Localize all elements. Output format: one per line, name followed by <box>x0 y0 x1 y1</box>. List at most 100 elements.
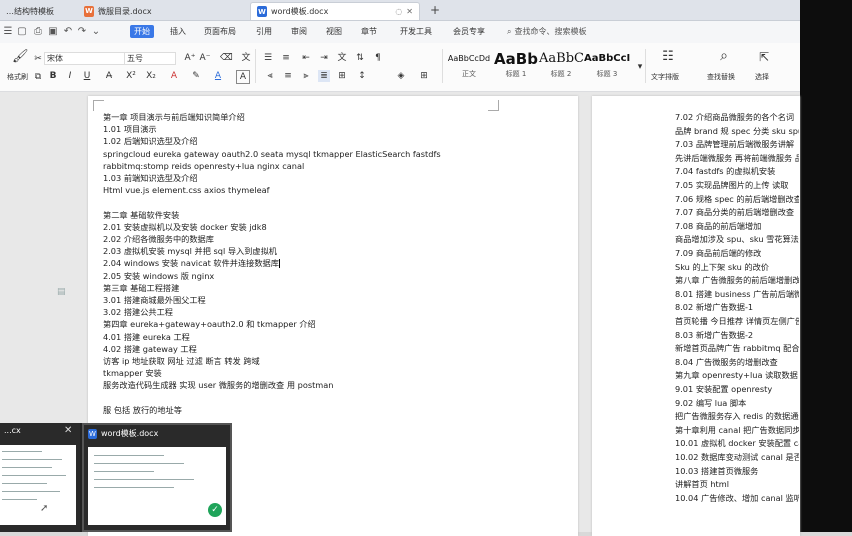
doc-line[interactable]: 8.03 新增广告数据-2 <box>675 330 753 341</box>
subscript-icon[interactable]: X₂ <box>145 70 157 82</box>
doc-line[interactable]: 9.01 安装配置 openresty <box>675 384 772 395</box>
grow-font-icon[interactable]: A⁺ <box>184 52 196 64</box>
doc-line[interactable]: 7.06 规格 spec 的前后端增删改查 <box>675 194 799 205</box>
new-tab-button[interactable]: + <box>430 3 440 17</box>
tab-document-1[interactable]: …结构特模板 <box>0 2 78 20</box>
highlight-icon[interactable]: ✎ <box>190 70 202 82</box>
menu-developer[interactable]: 开发工具 <box>396 25 436 38</box>
doc-line[interactable]: 1.01 项目演示 <box>103 124 157 135</box>
text-layout-icon[interactable]: ☷ <box>662 50 674 63</box>
distributed-icon[interactable]: ⊞ <box>336 70 348 82</box>
doc-line[interactable]: 首页轮播 今日推荐 详情页左侧广告 <box>675 316 799 327</box>
doc-line[interactable]: 新增首页品牌广告 rabbitmq 配合商 <box>675 343 799 354</box>
justify-icon[interactable]: ≣ <box>318 70 330 82</box>
more-icon[interactable]: ⌄ <box>90 26 102 38</box>
command-search[interactable]: ⌕ 查找命令、搜索模板 <box>507 25 617 38</box>
strikethrough-icon[interactable]: A̶ <box>103 70 115 82</box>
chinese-layout-icon[interactable]: 文 <box>336 52 348 64</box>
bold-icon[interactable]: B <box>47 70 59 82</box>
format-painter-icon[interactable]: 🖌 <box>12 50 29 63</box>
doc-line[interactable]: 9.02 编写 lua 脚本 <box>675 398 746 409</box>
font-size-select[interactable]: 五号 <box>124 52 176 65</box>
find-replace-icon[interactable]: ⌕ <box>718 49 730 63</box>
align-right-icon[interactable]: ⫸ <box>300 70 312 82</box>
doc-line[interactable]: 先讲后端微服务 再将前端微服务 品 <box>675 153 799 164</box>
sort-icon[interactable]: ⇅ <box>354 52 366 64</box>
char-border-icon[interactable]: A <box>236 70 250 84</box>
refresh-icon[interactable]: ◌ <box>395 7 402 16</box>
new-file-icon[interactable]: ▢ <box>16 26 28 38</box>
align-center-icon[interactable]: ≡ <box>282 70 294 82</box>
cut-icon[interactable]: ✂ <box>32 53 44 65</box>
font-color-icon[interactable]: A <box>212 70 224 82</box>
line-spacing-icon[interactable]: ↕ <box>356 70 368 82</box>
underline-icon[interactable]: U <box>81 70 93 82</box>
doc-line[interactable]: 1.03 前端知识选型及介绍 <box>103 173 198 184</box>
doc-line[interactable]: 7.07 商品分类的前后端增删改查 <box>675 207 794 218</box>
tab-document-2[interactable]: W 微服目录.docx <box>78 2 250 20</box>
doc-line[interactable]: 2.05 安装 windows 版 nginx <box>103 271 214 282</box>
menu-page-layout[interactable]: 页面布局 <box>200 25 240 38</box>
doc-line[interactable]: 第一章 项目演示与前后端知识简单介绍 <box>103 112 245 123</box>
print-icon[interactable]: ⎙ <box>32 26 44 38</box>
doc-line[interactable]: 4.02 搭建 gateway 工程 <box>103 344 197 355</box>
preview-icon[interactable]: ▣ <box>47 26 59 38</box>
bullets-icon[interactable]: ☰ <box>262 52 274 64</box>
doc-line[interactable]: 2.03 虚拟机安装 mysql 并把 sql 导入到虚拟机 <box>103 246 277 257</box>
doc-line[interactable]: 7.05 实现品牌图片的上传 读取 <box>675 180 789 191</box>
doc-line[interactable]: tkmapper 安装 <box>103 368 162 379</box>
borders-icon[interactable]: ⊞ <box>418 70 430 82</box>
doc-line[interactable]: 10.02 数据库变动测试 canal 是否生效 <box>675 452 799 463</box>
select-label[interactable]: 选择 <box>755 72 769 82</box>
shading-icon[interactable]: ◈ <box>395 70 407 82</box>
doc-line[interactable]: 第九章 openresty+lua 读取数据 <box>675 370 798 381</box>
numbering-icon[interactable]: ≡ <box>280 52 292 64</box>
doc-line[interactable]: 7.08 商品的前后端增加 <box>675 221 761 232</box>
doc-line[interactable]: 品牌 brand 规 spec 分类 sku spu <box>675 126 799 137</box>
doc-line[interactable]: 8.02 新增广告数据-1 <box>675 302 753 313</box>
doc-line[interactable]: 7.09 商品前后端的修改 <box>675 248 761 259</box>
menu-home[interactable]: 开始 <box>130 25 154 38</box>
italic-icon[interactable]: I <box>64 70 76 82</box>
menu-member[interactable]: 会员专享 <box>449 25 489 38</box>
doc-line[interactable]: 3.02 搭建公共工程 <box>103 307 173 318</box>
doc-line[interactable]: 7.02 介绍商品微服务的各个名词 <box>675 112 794 123</box>
menu-view[interactable]: 视图 <box>322 25 346 38</box>
indent-icon[interactable]: ⇥ <box>318 52 330 64</box>
undo-icon[interactable]: ↶ <box>62 26 74 38</box>
doc-line[interactable]: rabbitmq:stomp reids openresty+lua nginx… <box>103 161 304 172</box>
doc-line[interactable]: 第三章 基础工程搭建 <box>103 283 179 294</box>
find-replace-label[interactable]: 查找替换 <box>707 72 735 82</box>
outdent-icon[interactable]: ⇤ <box>300 52 312 64</box>
doc-line[interactable]: 2.02 介绍各微服务中的数据库 <box>103 234 214 245</box>
menu-section[interactable]: 章节 <box>357 25 381 38</box>
phonetic-icon[interactable]: 文 <box>240 52 252 64</box>
doc-line[interactable]: 8.01 搭建 business 广告前后端微服务 <box>675 289 799 300</box>
doc-line[interactable]: 第四章 eureka+gateway+oauth2.0 和 tkmapper 介… <box>103 319 316 330</box>
switcher-thumb-1[interactable]: ...cx ✕ ➚ <box>0 423 80 532</box>
style-heading-3[interactable]: AaBbCcI 标题 3 <box>584 49 630 83</box>
doc-line[interactable]: 10.01 虚拟机 docker 安装配置 canal <box>675 438 799 449</box>
switcher-thumb-2[interactable]: W word模板.docx ✓ <box>82 423 232 532</box>
superscript-icon[interactable]: X² <box>125 70 137 82</box>
style-normal[interactable]: AaBbCcDd 正文 <box>447 49 491 83</box>
doc-line[interactable]: 2.04 windows 安装 navicat 软件并连接数据库 <box>103 258 280 269</box>
select-cursor-icon[interactable]: ⇱ <box>758 51 770 63</box>
doc-line[interactable]: 第二章 基础软件安装 <box>103 210 179 221</box>
menu-icon[interactable]: ☰ <box>2 26 14 38</box>
doc-line[interactable]: 讲解首页 html <box>675 479 729 490</box>
clear-format-icon[interactable]: ⌫ <box>220 52 233 64</box>
doc-line[interactable]: 访客 ip 地址获取 网址 过滤 断言 转发 跨域 <box>103 356 260 367</box>
text-layout-label[interactable]: 文字排版 <box>651 72 679 82</box>
tab-document-active[interactable]: W word模板.docx ◌ ✕ <box>250 2 420 20</box>
close-icon[interactable]: ✕ <box>64 425 72 436</box>
shrink-font-icon[interactable]: A⁻ <box>199 52 211 64</box>
copy-icon[interactable]: ⧉ <box>32 71 44 83</box>
style-heading-2[interactable]: AaBbC 标题 2 <box>539 49 584 83</box>
doc-line[interactable]: 第十章利用 canal 把广告数据同步到 <box>675 425 799 436</box>
menu-review[interactable]: 审阅 <box>287 25 311 38</box>
font-name-select[interactable]: 宋体 <box>44 52 126 65</box>
show-marks-icon[interactable]: ¶ <box>372 52 384 64</box>
doc-line[interactable]: 4.01 搭建 eureka 工程 <box>103 332 190 343</box>
doc-line[interactable]: 7.04 fastdfs 的虚拟机安装 <box>675 166 775 177</box>
